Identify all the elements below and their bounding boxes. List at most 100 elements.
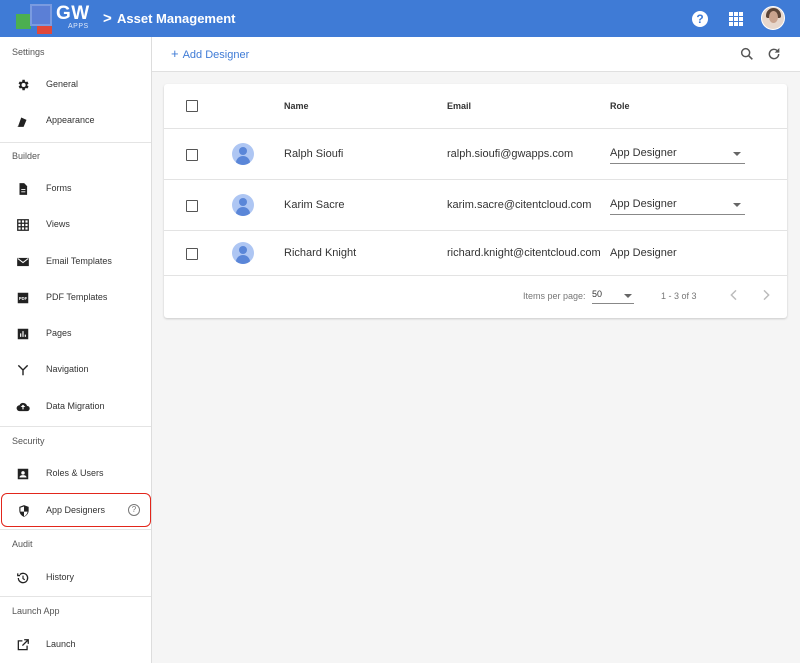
- logo-subtext: APPS: [68, 23, 89, 30]
- section-divider: [0, 426, 151, 427]
- sidebar-item-pdf-templates[interactable]: PDF PDF Templates: [0, 283, 151, 313]
- sidebar-item-label: History: [46, 572, 75, 582]
- dropdown-arrow-icon: [733, 203, 741, 207]
- chevron-left-icon[interactable]: [726, 287, 742, 303]
- shield-icon: [19, 505, 29, 517]
- section-label-builder: Builder: [12, 151, 41, 161]
- document-icon: [19, 183, 28, 195]
- logo-blue-square: [30, 4, 52, 26]
- sidebar-item-pages[interactable]: Pages: [0, 319, 151, 349]
- sidebar-item-label: App Designers: [46, 505, 106, 515]
- column-header-email[interactable]: Email: [447, 101, 471, 111]
- designer-email: karim.sacre@citentcloud.com: [447, 199, 592, 211]
- apps-grid-icon[interactable]: [729, 12, 743, 26]
- sidebar-item-roles-users[interactable]: Roles & Users: [0, 459, 151, 489]
- designer-role: App Designer: [610, 247, 677, 259]
- sidebar-item-launch[interactable]: Launch: [0, 630, 151, 660]
- sidebar-item-label: Views: [46, 219, 70, 229]
- table-row: Richard Knight richard.knight@citentclou…: [164, 231, 787, 276]
- table-grid-icon: [17, 219, 29, 231]
- content-toolbar: + Add Designer: [152, 37, 800, 72]
- pdf-icon: PDF: [17, 292, 29, 304]
- sidebar-item-email-templates[interactable]: Email Templates: [0, 247, 151, 277]
- dropdown-arrow-icon: [733, 152, 741, 156]
- items-per-page-label: Items per page:: [523, 291, 586, 301]
- designer-email: ralph.sioufi@gwapps.com: [447, 148, 574, 160]
- plus-icon: +: [171, 46, 179, 61]
- sidebar-item-label: General: [46, 79, 79, 89]
- breadcrumb-chevron-icon: >: [103, 10, 112, 27]
- user-avatar-icon: [232, 242, 254, 264]
- user-avatar[interactable]: [761, 6, 785, 30]
- section-label-security: Security: [12, 436, 45, 446]
- section-label-settings: Settings: [12, 47, 45, 57]
- envelope-icon: [17, 257, 29, 267]
- chevron-right-icon[interactable]: [758, 287, 774, 303]
- help-circle-icon[interactable]: ?: [128, 504, 140, 516]
- table-row: Karim Sacre karim.sacre@citentcloud.com …: [164, 180, 787, 231]
- sidebar-item-label: PDF Templates: [46, 292, 108, 302]
- row-checkbox[interactable]: [186, 248, 198, 260]
- sidebar-item-label: Navigation: [46, 364, 89, 374]
- designers-table: Name Email Role Ralph Sioufi ralph.siouf…: [164, 84, 787, 318]
- row-checkbox[interactable]: [186, 149, 198, 161]
- sidebar-item-views[interactable]: Views: [0, 210, 151, 240]
- dropdown-arrow-icon: [624, 294, 632, 298]
- section-divider: [0, 529, 151, 530]
- sidebar-item-label: Roles & Users: [46, 468, 104, 478]
- sidebar-item-label: Pages: [46, 328, 72, 338]
- column-header-role[interactable]: Role: [610, 101, 630, 111]
- sidebar-item-general[interactable]: General: [0, 70, 151, 100]
- designer-name: Karim Sacre: [284, 199, 345, 211]
- column-header-name[interactable]: Name: [284, 101, 309, 111]
- designer-name: Ralph Sioufi: [284, 148, 344, 160]
- table-header-row: Name Email Role: [164, 84, 787, 129]
- section-label-audit: Audit: [12, 539, 33, 549]
- section-divider: [0, 142, 151, 143]
- app-header: GW APPS > Asset Management ?: [0, 0, 800, 37]
- user-avatar-icon: [232, 143, 254, 165]
- logo-green-square: [16, 14, 31, 29]
- fork-icon: [17, 364, 29, 376]
- gwapps-logo[interactable]: GW APPS: [16, 2, 92, 34]
- sidebar-item-navigation[interactable]: Navigation: [0, 355, 151, 385]
- user-avatar-icon: [232, 194, 254, 216]
- sidebar-item-forms[interactable]: Forms: [0, 174, 151, 204]
- designer-email: richard.knight@citentcloud.com: [447, 247, 601, 259]
- sidebar-item-label: Forms: [46, 183, 72, 193]
- items-per-page-select[interactable]: 50: [592, 286, 634, 304]
- sidebar-item-label: Email Templates: [46, 256, 112, 266]
- add-designer-button[interactable]: + Add Designer: [171, 46, 249, 61]
- role-select[interactable]: App Designer: [610, 146, 745, 164]
- sidebar-item-app-designers[interactable]: App Designers ?: [1, 493, 151, 527]
- row-checkbox[interactable]: [186, 200, 198, 212]
- open-external-icon: [17, 639, 29, 651]
- sidebar-item-history[interactable]: History: [0, 563, 151, 593]
- contact-card-icon: [17, 468, 29, 480]
- sidebar-item-appearance[interactable]: Appearance: [0, 106, 151, 136]
- role-select-value: App Designer: [610, 147, 677, 159]
- paint-bucket-icon: [17, 117, 27, 127]
- paginator: Items per page: 50 1 - 3 of 3: [164, 276, 787, 318]
- help-icon[interactable]: ?: [692, 11, 708, 27]
- refresh-icon[interactable]: [766, 46, 782, 62]
- designer-name: Richard Knight: [284, 247, 357, 259]
- app-title: Asset Management: [117, 11, 236, 26]
- cloud-upload-icon: [16, 402, 30, 412]
- sidebar-item-data-migration[interactable]: Data Migration: [0, 392, 151, 422]
- search-icon[interactable]: [739, 46, 755, 62]
- sidebar-item-label: Appearance: [46, 115, 95, 125]
- role-select-value: App Designer: [610, 198, 677, 210]
- select-all-checkbox[interactable]: [186, 100, 198, 112]
- sidebar-item-label: Launch: [46, 639, 76, 649]
- gear-icon: [18, 79, 29, 91]
- history-icon: [17, 572, 29, 584]
- sidebar: Settings General Appearance Builder Form…: [0, 37, 152, 663]
- section-label-launch-app: Launch App: [12, 606, 60, 616]
- logo-text: GW: [56, 3, 90, 24]
- section-divider: [0, 596, 151, 597]
- role-select[interactable]: App Designer: [610, 197, 745, 215]
- svg-text:PDF: PDF: [19, 296, 28, 301]
- table-row: Ralph Sioufi ralph.sioufi@gwapps.com App…: [164, 129, 787, 180]
- sidebar-item-label: Data Migration: [46, 401, 105, 411]
